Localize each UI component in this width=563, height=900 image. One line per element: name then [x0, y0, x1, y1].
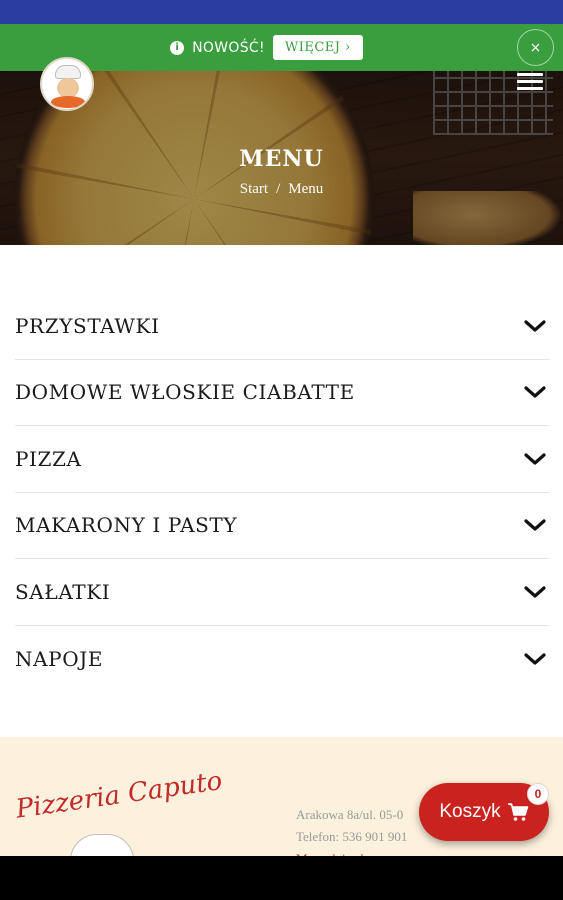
chevron-down-icon — [524, 453, 546, 465]
chevron-down-icon — [524, 653, 546, 665]
menu-category-makarony[interactable]: MAKARONY I PASTY — [15, 493, 549, 559]
breadcrumb-current: Menu — [288, 181, 324, 197]
menu-category-napoje[interactable]: NAPOJE — [15, 626, 549, 693]
close-icon[interactable]: × — [517, 29, 554, 66]
cart-icon — [507, 803, 528, 821]
menu-category-przystawki[interactable]: PRZYSTAWKI — [15, 293, 549, 360]
chevron-down-icon — [524, 519, 546, 531]
footer-logo: Pizzeria Caputo — [14, 766, 225, 825]
footer-address: Arakowa 8a/ul. 05-0 — [296, 807, 404, 822]
menu-category-ciabatte[interactable]: DOMOWE WŁOSKIE CIABATTE — [15, 360, 549, 426]
menu-category-salatki[interactable]: SAŁATKI — [15, 559, 549, 626]
system-navigation-bar — [0, 856, 563, 900]
menu-category-label: MAKARONY I PASTY — [15, 513, 238, 538]
menu-category-label: PRZYSTAWKI — [15, 313, 160, 338]
more-button[interactable]: WIĘCEJ › — [272, 35, 363, 60]
cart-count-badge: 0 — [527, 783, 549, 805]
chevron-down-icon — [524, 320, 546, 332]
menu-category-label: PIZZA — [15, 446, 82, 471]
menu-category-label: SAŁATKI — [15, 579, 111, 604]
menu-category-list: PRZYSTAWKI DOMOWE WŁOSKIE CIABATTE PIZZA… — [15, 293, 549, 692]
info-icon: i — [170, 40, 185, 55]
system-status-bar — [0, 0, 563, 24]
chevron-down-icon — [524, 586, 546, 598]
menu-category-label: NAPOJE — [15, 646, 104, 671]
site-logo[interactable] — [40, 57, 94, 111]
hamburger-menu-icon[interactable] — [517, 73, 543, 91]
cart-label: Koszyk — [439, 801, 501, 822]
breadcrumb-separator: / — [276, 181, 281, 197]
chef-logo-image — [70, 834, 134, 857]
chevron-down-icon — [524, 386, 546, 398]
promo-text: NOWOŚĆ! — [192, 39, 265, 56]
footer-contact: Arakowa 8a/ul. 05-0 Telefon: 536 901 901… — [296, 804, 407, 857]
page-title: MENU — [239, 146, 324, 172]
footer-phone[interactable]: Telefon: 536 901 901 — [296, 826, 407, 848]
menu-category-label: DOMOWE WŁOSKIE CIABATTE — [15, 380, 355, 405]
breadcrumb: Start / Menu — [0, 181, 563, 198]
menu-category-pizza[interactable]: PIZZA — [15, 426, 549, 493]
breadcrumb-start[interactable]: Start — [240, 181, 268, 197]
